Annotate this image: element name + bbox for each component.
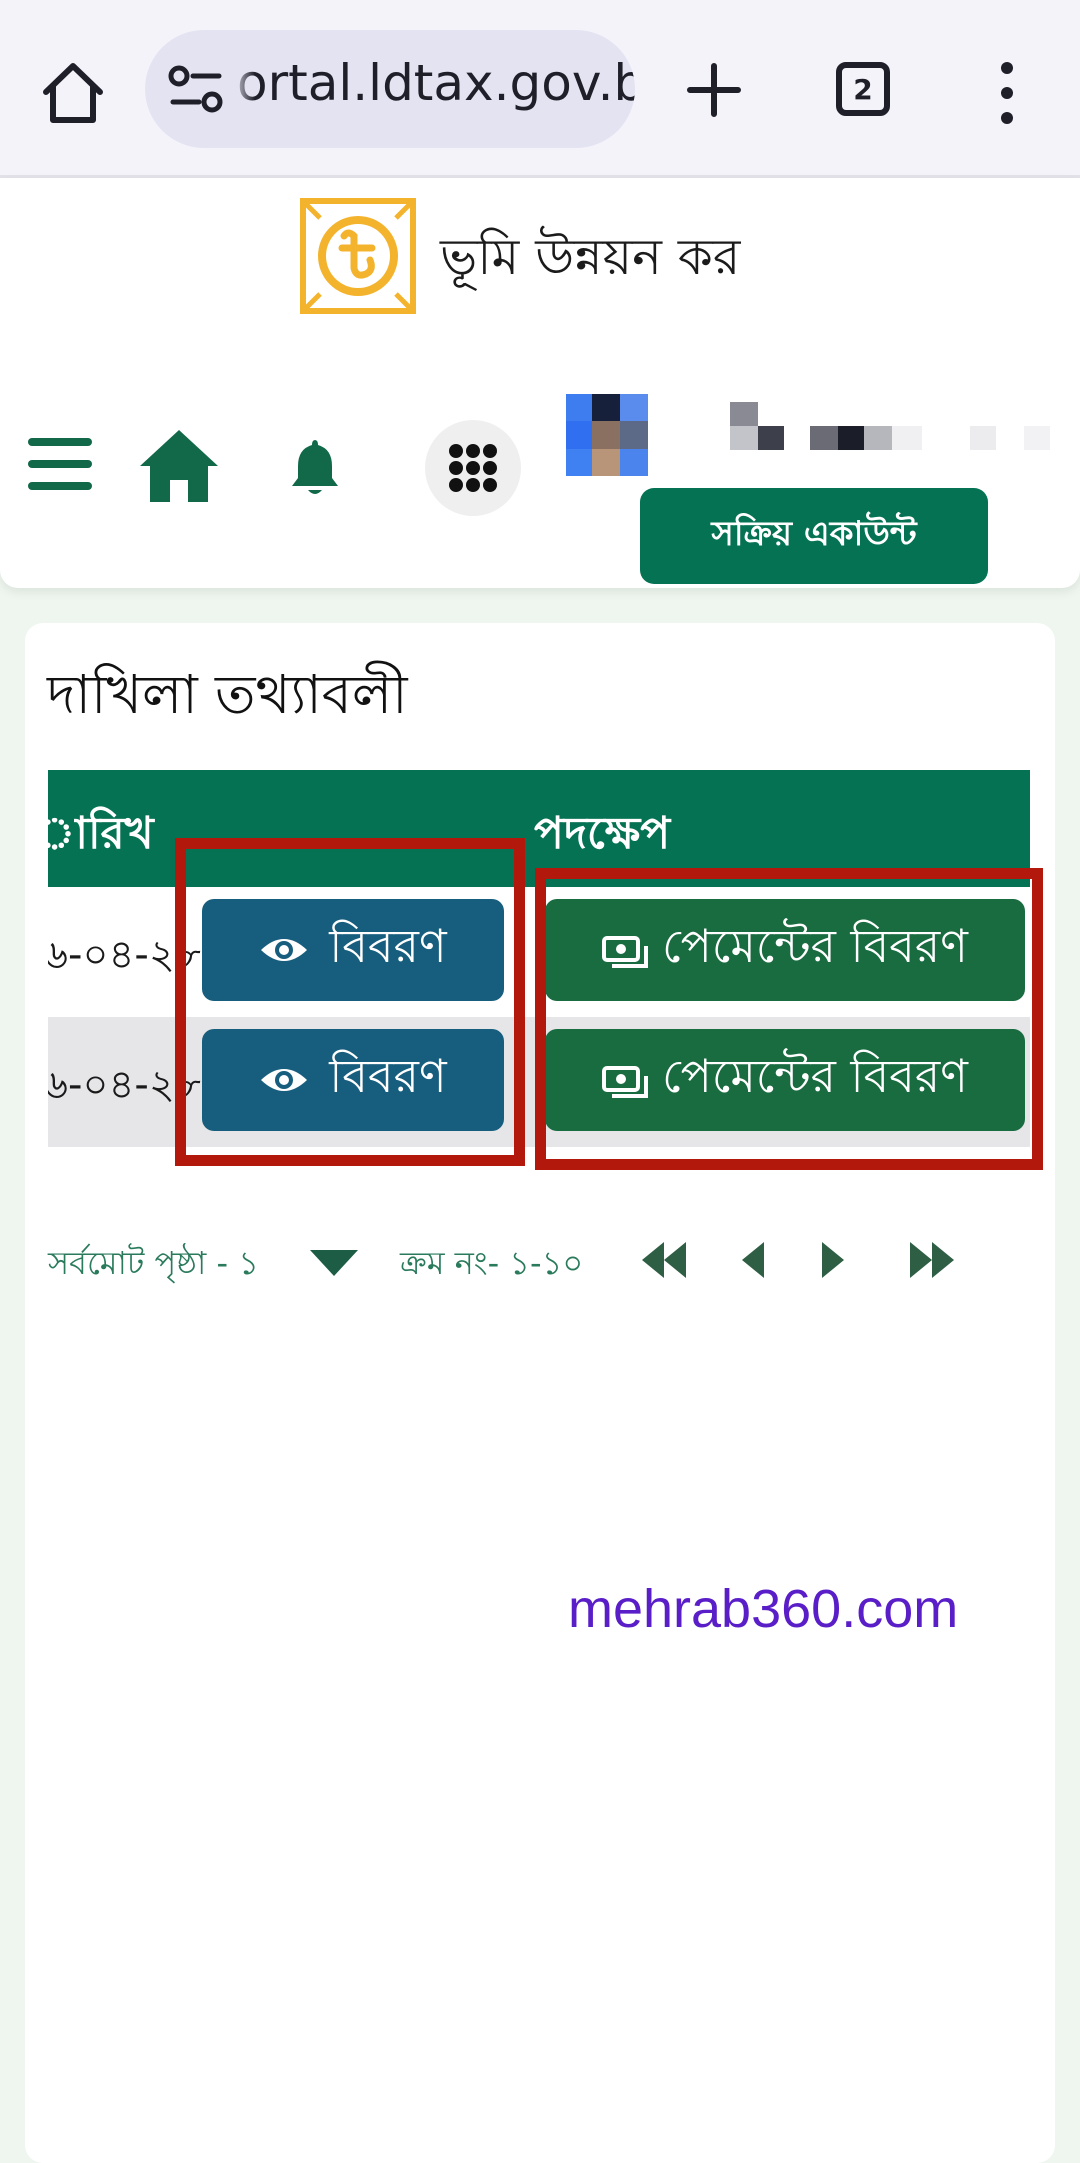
apps-grid-button[interactable] (425, 420, 521, 516)
new-tab-icon[interactable] (684, 60, 744, 120)
highlight-box-payment (535, 868, 1043, 1170)
record-range-label: ক্রম নং- ১-১০ (400, 1244, 584, 1282)
first-page-icon[interactable] (640, 1240, 688, 1280)
caret-down-icon[interactable] (310, 1250, 358, 1276)
browser-toolbar: ortal.ldtax.gov.bd 2 (0, 0, 1080, 178)
site-header: ভূমি উন্নয়ন কর সক্রিয় একাউন্ট (0, 178, 1080, 588)
next-page-icon[interactable] (818, 1240, 848, 1280)
notification-bell-icon[interactable] (288, 436, 342, 498)
home-icon[interactable] (38, 58, 108, 128)
hamburger-menu-icon[interactable] (28, 436, 92, 492)
home-nav-icon[interactable] (138, 428, 220, 504)
tab-switcher-button[interactable]: 2 (836, 62, 890, 116)
user-avatar[interactable] (566, 394, 648, 476)
active-account-button[interactable]: সক্রিয় একাউন্ট (640, 488, 988, 584)
highlight-box-details (175, 838, 525, 1166)
more-menu-icon[interactable] (992, 58, 1022, 128)
address-bar[interactable]: ortal.ldtax.gov.bd (145, 30, 635, 148)
url-fade (231, 30, 255, 148)
column-header-date: ারিখ (48, 808, 154, 859)
watermark-text: mehrab360.com (568, 1579, 959, 1639)
user-name-blurred (730, 402, 1050, 450)
site-settings-icon[interactable] (167, 62, 225, 116)
url-text: ortal.ldtax.gov.bd (237, 54, 635, 112)
brand-title: ভূমি উন্নয়ন কর (440, 228, 741, 286)
last-page-icon[interactable] (908, 1240, 956, 1280)
pagination: সর্বমোট পৃষ্ঠা - ১ ক্রম নং- ১-১০ (48, 1232, 1048, 1292)
taka-logo-icon (300, 198, 416, 314)
section-title: দাখিলা তথ্যাবলী (47, 663, 408, 726)
previous-page-icon[interactable] (738, 1240, 768, 1280)
column-header-action: পদক্ষেপ (534, 808, 671, 859)
apps-grid-icon (449, 444, 497, 492)
total-pages-label: সর্বমোট পৃষ্ঠা - ১ (48, 1244, 259, 1282)
